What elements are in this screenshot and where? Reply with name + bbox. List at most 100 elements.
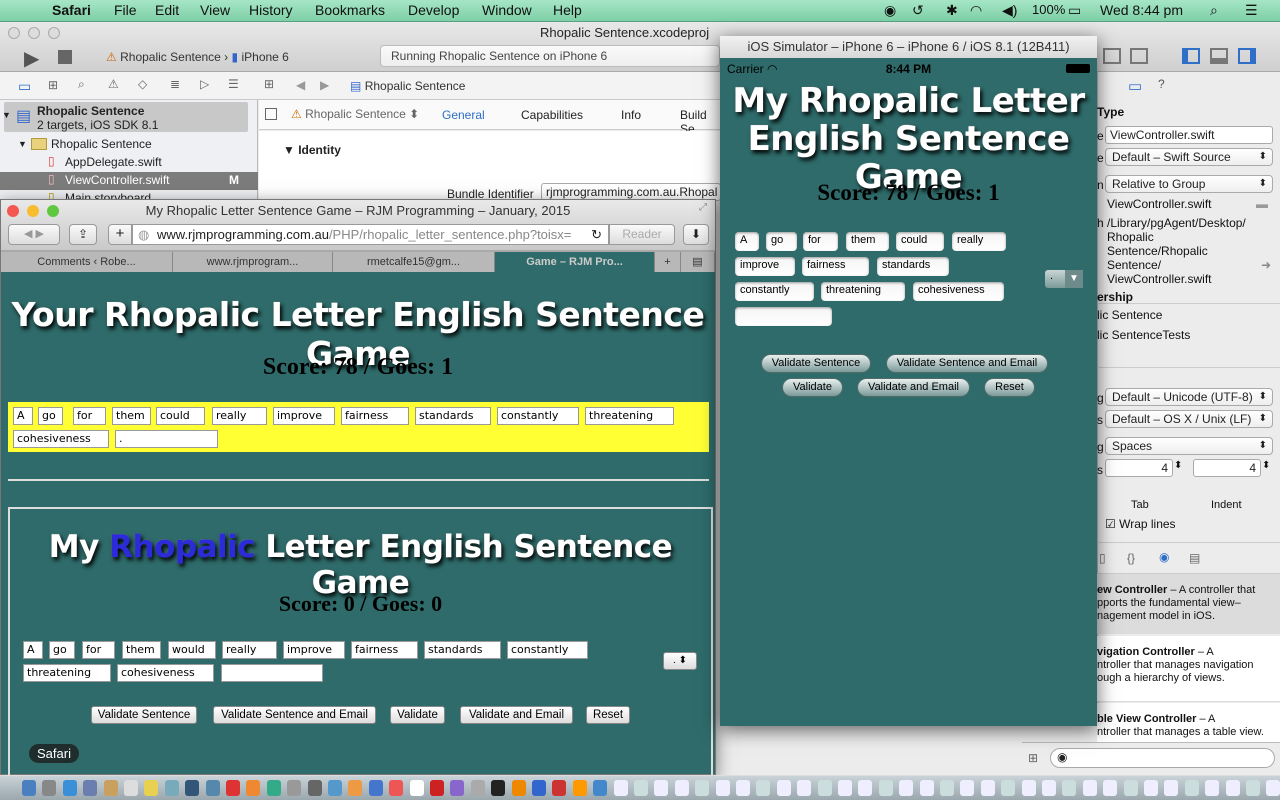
dock-app-icon[interactable] (42, 780, 57, 796)
dock-app-icon[interactable] (552, 780, 567, 796)
word-field[interactable]: could (896, 232, 944, 251)
reset-button[interactable]: Reset (984, 378, 1035, 397)
dock-app-icon[interactable] (756, 780, 771, 796)
notification-center-icon[interactable]: ☰ (1245, 2, 1258, 19)
dock-app-icon[interactable] (389, 780, 404, 796)
line-endings-popup[interactable]: Default – OS X / Unix (LF) (1105, 410, 1273, 428)
dock-app-icon[interactable] (1103, 780, 1118, 796)
word-field[interactable]: threatening (585, 407, 674, 425)
tab[interactable]: www.rjmprogram... (173, 252, 333, 272)
dock-app-icon[interactable] (1205, 780, 1220, 796)
disclosure-icon[interactable]: ▼ (18, 139, 27, 149)
file-type-popup[interactable]: Default – Swift Source (1105, 148, 1273, 166)
indent-stepper[interactable]: ⬍ (1262, 460, 1270, 471)
word-field[interactable]: threatening (23, 664, 111, 682)
jump-bar-crumb[interactable]: ▤ Rhopalic Sentence (350, 79, 465, 93)
tab-overview-button[interactable]: ▤ (681, 252, 715, 272)
symbol-navigator-icon[interactable]: ⊞ (48, 78, 58, 92)
wifi-icon[interactable]: ◠ (970, 2, 982, 19)
dock-app-icon[interactable] (980, 780, 995, 796)
dock-app-icon[interactable] (899, 780, 914, 796)
tree-row-group[interactable]: ▼ Rhopalic Sentence (0, 136, 258, 154)
tab-width-field[interactable]: 4 (1105, 459, 1173, 477)
menu-history[interactable]: History (249, 2, 293, 18)
dock-app-icon[interactable] (1246, 780, 1260, 796)
dock-app-icon[interactable] (654, 780, 669, 796)
word-field[interactable] (221, 664, 323, 682)
word-field[interactable] (735, 307, 832, 326)
word-field[interactable]: them (122, 641, 161, 659)
project-navigator-icon[interactable]: ▭ (18, 78, 31, 95)
dock-app-icon[interactable] (1042, 780, 1056, 796)
media-library-icon[interactable]: ▤ (1189, 551, 1200, 565)
word-field[interactable]: cohesiveness (913, 282, 1004, 301)
identity-section[interactable]: ▼ Identity (283, 143, 341, 157)
issue-navigator-icon[interactable]: ⚠ (108, 77, 119, 91)
dock-app-icon[interactable] (491, 780, 506, 796)
scheme-selector[interactable]: ⚠ Rhopalic Sentence › ▮ iPhone 6 (106, 50, 289, 64)
dock-app-icon[interactable] (450, 780, 465, 796)
tab-info[interactable]: Info (621, 108, 641, 122)
navigator-toggle[interactable] (1182, 48, 1200, 64)
dock-app-icon[interactable] (838, 780, 852, 796)
dock-app-icon[interactable] (430, 780, 444, 796)
library-item[interactable]: vigation Controller – A ntroller that ma… (1097, 636, 1280, 702)
menu-bookmarks[interactable]: Bookmarks (315, 2, 385, 18)
word-field[interactable]: them (846, 232, 889, 251)
grid-view-icon[interactable]: ⊞ (1028, 751, 1038, 765)
tab-active[interactable]: Game – RJM Pro... (495, 252, 655, 272)
debug-navigator-icon[interactable]: ≣ (170, 77, 180, 91)
utilities-toggle[interactable] (1238, 48, 1256, 64)
word-field[interactable]: threatening (821, 282, 905, 301)
dock-app-icon[interactable] (307, 780, 322, 796)
status-icon[interactable]: ◉ (884, 2, 896, 19)
object-library-icon[interactable]: ◉ (1159, 550, 1169, 564)
zoom-button[interactable] (48, 27, 60, 39)
dock-app-icon[interactable] (1123, 780, 1138, 796)
dock-app-icon[interactable] (919, 780, 934, 796)
version-editor-icon[interactable] (1130, 48, 1148, 64)
word-field[interactable]: A (13, 407, 33, 425)
reader-button[interactable]: Reader (609, 224, 675, 245)
tab-stepper[interactable]: ⬍ (1174, 460, 1182, 471)
punctuation-select[interactable]: . ⬍ (663, 652, 697, 670)
test-navigator-icon[interactable]: ◇ (138, 77, 147, 91)
reveal-folder-icon[interactable]: ▬ (1256, 197, 1268, 211)
tree-row-file[interactable]: ▯ AppDelegate.swift (0, 154, 258, 172)
word-field[interactable]: could (156, 407, 205, 425)
find-navigator-icon[interactable]: ⌕ (78, 77, 85, 92)
word-field[interactable]: go (766, 232, 797, 251)
back-icon[interactable]: ◀ (296, 78, 305, 92)
word-field[interactable]: for (73, 407, 106, 425)
disclosure-icon[interactable]: ▼ (2, 110, 11, 120)
library-item-selected[interactable]: ew Controller – A controller that pports… (1097, 574, 1280, 634)
related-items-icon[interactable]: ⊞ (264, 77, 274, 91)
dock-app-icon[interactable] (328, 780, 342, 796)
dock-app-icon[interactable] (1062, 780, 1077, 796)
word-field[interactable]: standards (877, 257, 949, 276)
reload-icon[interactable]: ↻ (588, 227, 602, 243)
word-field[interactable]: for (803, 232, 838, 251)
dock-app-icon[interactable] (715, 780, 730, 796)
validate-button[interactable]: Validate (390, 706, 445, 724)
dock-app-icon[interactable] (348, 780, 363, 796)
dock-app-icon[interactable] (144, 780, 159, 796)
dock-app-icon[interactable] (368, 780, 383, 796)
dock-app-icon[interactable] (532, 780, 546, 796)
tab-general[interactable]: General (442, 108, 485, 122)
word-field[interactable]: fairness (802, 257, 869, 276)
wrap-lines-checkbox[interactable]: ☑ Wrap lines (1105, 517, 1176, 531)
word-field[interactable]: them (112, 407, 151, 425)
dock-app-icon[interactable] (164, 780, 179, 796)
menu-develop[interactable]: Develop (408, 2, 459, 18)
run-button[interactable]: ▶ (24, 46, 39, 71)
fullscreen-icon[interactable]: ⤢ (699, 202, 707, 213)
word-field[interactable]: go (49, 641, 75, 659)
word-field[interactable]: constantly (507, 641, 588, 659)
sidebar-toggle-icon[interactable] (265, 108, 277, 120)
tab-capabilities[interactable]: Capabilities (521, 108, 583, 122)
word-field[interactable]: . (115, 430, 218, 448)
dock-app-icon[interactable] (674, 780, 689, 796)
menu-view[interactable]: View (200, 2, 230, 18)
title-link[interactable]: Rhopalic (109, 529, 255, 565)
